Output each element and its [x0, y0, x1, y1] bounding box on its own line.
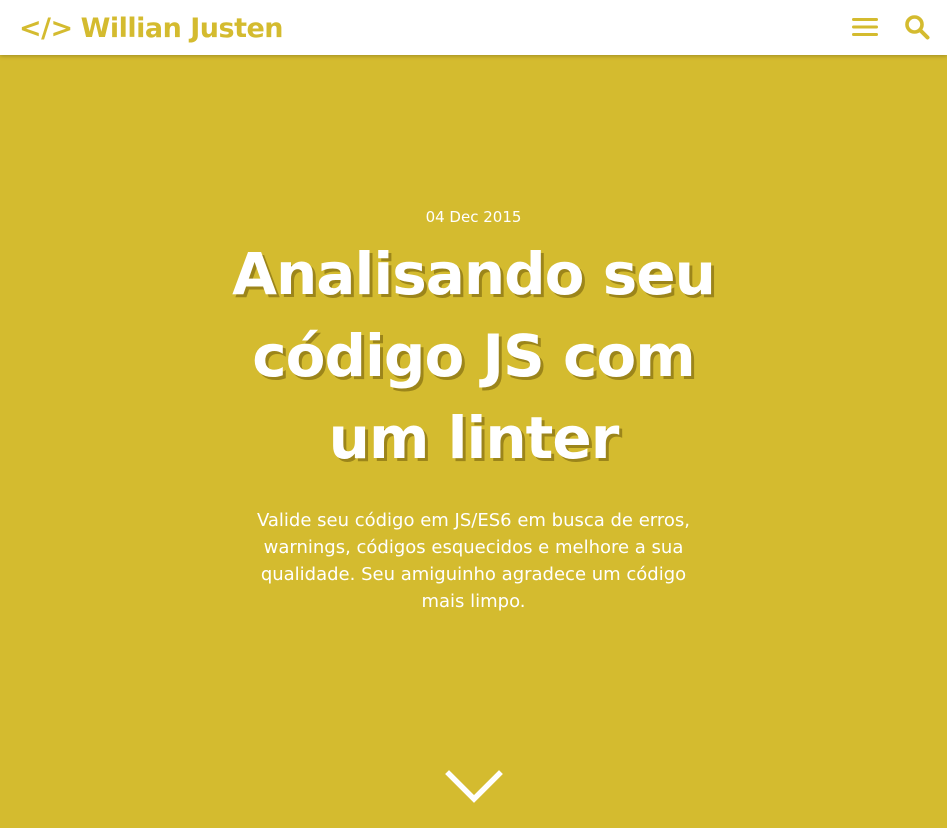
search-button[interactable] — [902, 12, 932, 42]
nav-actions — [850, 12, 932, 42]
code-brackets-logo: </> — [19, 12, 73, 44]
brand-link[interactable]: </> Willian Justen — [19, 9, 284, 47]
site-title: Willian Justen — [80, 12, 284, 44]
top-navbar: </> Willian Justen — [0, 0, 947, 55]
search-icon — [905, 15, 930, 40]
post-subtitle: Valide seu código em JS/ES6 em busca de … — [256, 510, 691, 612]
post-date: 04 Dec 2015 — [425, 208, 522, 226]
scroll-down-button[interactable] — [444, 767, 504, 807]
menu-button[interactable] — [850, 12, 880, 42]
hamburger-menu-icon — [852, 18, 878, 36]
post-title: Analisando seu código JS com um linter — [232, 240, 716, 472]
chevron-down-icon — [445, 770, 503, 803]
post-hero: 04 Dec 2015 Analisando seu código JS com… — [0, 55, 947, 828]
